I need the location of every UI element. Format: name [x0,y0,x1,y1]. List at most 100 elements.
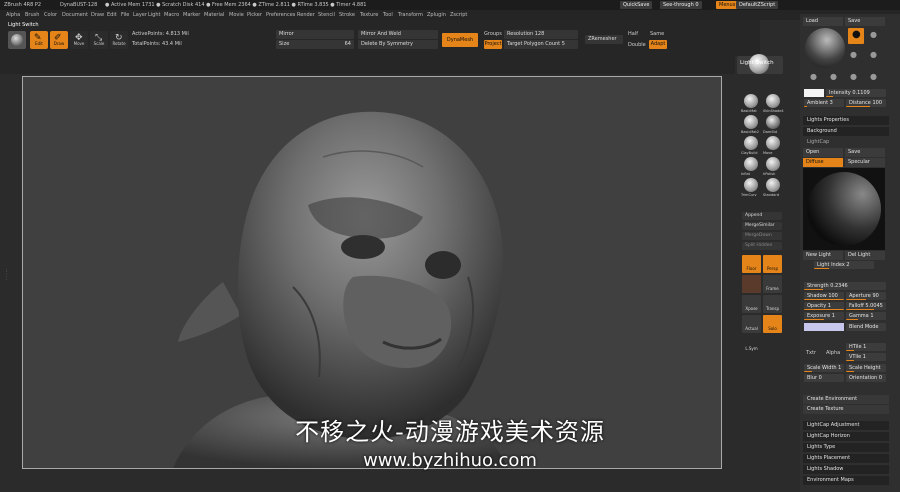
material-basicmat2[interactable] [744,115,758,129]
menu-transform[interactable]: Transform [398,12,423,18]
load-button[interactable]: Load [803,17,843,26]
light-index-slider[interactable]: Light Index 2 [814,261,874,269]
menu-preferences[interactable]: Preferences [266,12,295,18]
light-bulb-icon[interactable]: ● [870,30,877,39]
light-bulb-icon[interactable]: ● [870,72,877,81]
rotate-button[interactable]: ↻ [110,31,128,49]
material-basicmat[interactable] [744,94,758,108]
menu-draw[interactable]: Draw [91,12,104,18]
dynamesh-button[interactable]: DynaMesh [442,33,478,47]
light-bulb-icon[interactable]: ● [850,50,857,59]
menu-picker[interactable]: Picker [247,12,262,18]
project-button[interactable]: Project [484,40,502,49]
tool-thumbnail[interactable] [8,31,26,49]
distance-slider[interactable]: Distance 100 [846,99,886,107]
lightcap-preview[interactable] [803,168,885,250]
merge-similar-button[interactable]: MergeSimilar [742,222,782,230]
brush-standard[interactable] [766,178,780,192]
menu-movie[interactable]: Movie [229,12,244,18]
local-button[interactable] [742,275,761,293]
move-button[interactable]: ✥ [70,31,88,49]
specular-tab[interactable]: Specular [845,158,885,167]
menu-stencil[interactable]: Stencil [318,12,335,18]
brush-damstd[interactable] [766,115,780,129]
light-bulb-icon[interactable]: ● [810,72,817,81]
menu-tool[interactable]: Tool [383,12,393,18]
vtile-slider[interactable]: VTile 1 [846,353,886,361]
split-hidden-button[interactable]: Split Hidden [742,242,782,250]
default-zscript-button[interactable]: DefaultZScript [736,1,779,9]
background-section[interactable]: Background [803,127,889,136]
aperture-slider[interactable]: Aperture 90 [846,292,886,300]
blur-slider[interactable]: Blur 0 [804,374,844,382]
light-preview-sphere[interactable] [805,28,845,68]
light-bulb-icon[interactable]: ● [850,72,857,81]
menus-button[interactable]: Menus [716,1,739,9]
menu-marker[interactable]: Marker [183,12,200,18]
mirror-button[interactable]: Mirror [276,30,354,39]
lightcap-section[interactable]: LightCap [803,138,889,147]
same-button[interactable]: Same [650,31,664,37]
menu-material[interactable]: Material [204,12,224,18]
ambient-slider[interactable]: Ambient 3 [804,99,844,107]
brush-claybuild[interactable] [744,136,758,150]
size-slider[interactable]: Size 64 [276,40,354,49]
brush-inflat[interactable] [744,157,758,171]
create-environment-button[interactable]: Create Environment [803,395,889,404]
menu-texture[interactable]: Texture [360,12,378,18]
menu-document[interactable]: Document [62,12,88,18]
double-button[interactable]: Double [628,42,646,48]
mirror-and-weld-button[interactable]: Mirror And Weld [358,30,438,39]
light-color-swatch[interactable] [804,89,824,97]
lights-properties-section[interactable]: Lights Properties [803,116,889,125]
light-bulb-active[interactable]: ● [848,28,864,44]
strength-slider[interactable]: Strength 0.2346 [804,282,886,290]
target-polygon-slider[interactable]: Target Polygon Count 5 [504,40,578,49]
blend-mode-button[interactable]: Blend Mode [846,323,886,331]
environment-maps-section[interactable]: Environment Maps [803,476,889,485]
scale-height-slider[interactable]: Scale Height [846,364,886,372]
del-light-button[interactable]: Del Light [845,251,885,260]
brush-trimcurv[interactable] [744,178,758,192]
exposure-slider[interactable]: Exposure 1 [804,312,844,320]
lightcap-open-button[interactable]: Open [803,148,843,157]
quicksave-button[interactable]: QuickSave [620,1,653,9]
menu-stroke[interactable]: Stroke [339,12,355,18]
half-button[interactable]: Half [628,31,638,37]
material-skinshade4[interactable] [766,94,780,108]
menu-edit[interactable]: Edit [107,12,117,18]
append-button[interactable]: Append [742,212,782,220]
resolution-slider[interactable]: Resolution 128 [504,30,578,39]
menu-macro[interactable]: Macro [164,12,179,18]
txtr-button[interactable]: Txtr [806,350,816,356]
brush-move[interactable] [766,136,780,150]
menu-zscript[interactable]: Zscript [450,12,467,18]
falloff-slider[interactable]: Falloff 5.0045 [846,302,886,310]
draw-button[interactable]: ✐ [50,31,68,49]
scale-width-slider[interactable]: Scale Width 1 [804,364,844,372]
light-bulb-icon[interactable]: ● [870,50,877,59]
lightcap-save-button[interactable]: Save [845,148,885,157]
zremesher-button[interactable]: ZRemesher [585,35,623,44]
menu-alpha[interactable]: Alpha [6,12,20,18]
edit-button[interactable]: ✎ [30,31,48,49]
lightcap-color-swatch[interactable] [804,323,844,331]
menu-render[interactable]: Render [297,12,315,18]
new-light-button[interactable]: New Light [803,251,843,260]
opacity-slider[interactable]: Opacity 1 [804,302,844,310]
menu-layer[interactable]: Layer [133,12,147,18]
htile-slider[interactable]: HTile 1 [846,343,886,351]
save-button[interactable]: Save [845,17,885,26]
merge-down-button[interactable]: MergeDown [742,232,782,240]
groups-button[interactable]: Groups [484,31,502,37]
menu-brush[interactable]: Brush [25,12,39,18]
orientation-slider[interactable]: Orientation 0 [846,374,886,382]
menu-color[interactable]: Color [44,12,57,18]
diffuse-tab[interactable]: Diffuse [803,158,843,167]
gamma-slider[interactable]: Gamma 1 [846,312,886,320]
delete-by-symmetry-button[interactable]: Delete By Symmetry [358,40,438,49]
scale-button[interactable]: ⤡ [90,31,108,49]
shadow-slider[interactable]: Shadow 100 [804,292,844,300]
intensity-slider[interactable]: Intensity 0.1109 [826,89,886,97]
alpha-button[interactable]: Alpha [826,350,840,356]
